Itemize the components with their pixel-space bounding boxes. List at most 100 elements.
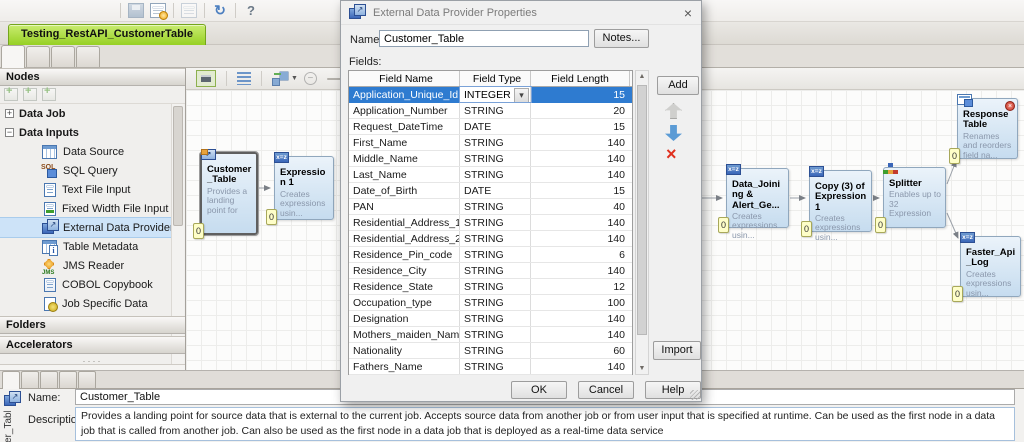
description-field[interactable]: Provides a landing point for source data…: [75, 407, 1015, 441]
field-type-cell[interactable]: STRING: [460, 167, 531, 182]
bottom-tab[interactable]: [78, 371, 96, 388]
add-node-icon[interactable]: [4, 88, 18, 101]
field-type-cell[interactable]: STRING: [460, 247, 531, 262]
field-length-cell[interactable]: 100: [531, 295, 630, 310]
flow-node-faster-api-log[interactable]: Faster_Api_Log Creates expressions usin.…: [960, 236, 1021, 297]
field-row[interactable]: Mothers_maiden_Name STRING 140: [349, 327, 632, 343]
field-length-cell[interactable]: 40: [531, 199, 630, 214]
name-field[interactable]: [379, 30, 589, 47]
folders-panel-header[interactable]: Folders: [0, 316, 185, 334]
column-header[interactable]: Field Length: [531, 71, 630, 86]
field-name-cell[interactable]: Residential_Address_2: [349, 231, 460, 246]
field-name-cell[interactable]: Application_Number: [349, 103, 460, 118]
field-row[interactable]: PAN STRING 40: [349, 199, 632, 215]
field-name-cell[interactable]: Mothers_maiden_Name: [349, 327, 460, 342]
ok-button[interactable]: OK: [511, 381, 567, 399]
field-length-cell[interactable]: 12: [531, 279, 630, 294]
menu-item[interactable]: [68, 8, 84, 14]
field-type-cell[interactable]: STRING: [460, 263, 531, 278]
field-type-cell[interactable]: STRING: [460, 343, 531, 358]
field-type-cell[interactable]: STRING: [460, 103, 531, 118]
field-row[interactable]: Request_DateTime DATE 15: [349, 119, 632, 135]
field-name-cell[interactable]: First_Name: [349, 135, 460, 150]
field-type-cell[interactable]: INTEGER: [460, 87, 531, 102]
field-type-cell[interactable]: STRING: [460, 327, 531, 342]
close-icon[interactable]: ×: [684, 5, 692, 21]
tree-expander-icon[interactable]: −: [5, 128, 14, 137]
sidebar-tree-item[interactable]: Text File Input: [0, 180, 171, 199]
menu-item[interactable]: [20, 8, 36, 14]
field-row[interactable]: Residential_Address_2 STRING 140: [349, 231, 632, 247]
bottom-tab[interactable]: [40, 371, 58, 388]
field-length-cell[interactable]: 140: [531, 167, 630, 182]
field-length-cell[interactable]: 140: [531, 231, 630, 246]
field-row[interactable]: First_Name STRING 140: [349, 135, 632, 151]
field-name-cell[interactable]: Application_Unique_Id: [349, 87, 460, 102]
field-length-cell[interactable]: 140: [531, 327, 630, 342]
flow-node-copy-3-of-expression-1[interactable]: Copy (3) of Expression 1 Creates express…: [809, 170, 872, 232]
field-row[interactable]: Date_of_Birth DATE 15: [349, 183, 632, 199]
field-type-cell[interactable]: STRING: [460, 311, 531, 326]
field-row[interactable]: Fathers_Name STRING 140: [349, 359, 632, 375]
field-name-cell[interactable]: PAN: [349, 199, 460, 214]
field-row[interactable]: Residence_Pin_code STRING 6: [349, 247, 632, 263]
field-name-cell[interactable]: Occupation_type: [349, 295, 460, 310]
overview-toggle-icon[interactable]: [196, 70, 216, 87]
menu-item[interactable]: [52, 8, 68, 14]
field-length-cell[interactable]: 60: [531, 343, 630, 358]
field-length-cell[interactable]: 20: [531, 103, 630, 118]
sidebar-tree-item[interactable]: Data Source: [0, 142, 171, 161]
view-tab[interactable]: [76, 46, 100, 67]
field-name-cell[interactable]: Middle_Name: [349, 151, 460, 166]
sidebar-tree-item[interactable]: SQL Query: [0, 161, 171, 180]
sidebar-tree-item[interactable]: Table Metadata: [0, 237, 171, 256]
add-child-node-icon[interactable]: [23, 88, 37, 101]
menu-item[interactable]: [4, 8, 20, 14]
field-row[interactable]: Nationality STRING 60: [349, 343, 632, 359]
vertical-tab-label[interactable]: er_Table: [3, 411, 14, 442]
refresh-icon[interactable]: ↻: [212, 3, 228, 18]
save-schedule-icon[interactable]: [150, 3, 166, 18]
field-length-cell[interactable]: 15: [531, 119, 630, 134]
scroll-up-icon[interactable]: ▲: [636, 73, 648, 80]
field-length-cell[interactable]: 140: [531, 151, 630, 166]
field-name-cell[interactable]: Nationality: [349, 343, 460, 358]
field-name-cell[interactable]: Designation: [349, 311, 460, 326]
field-length-cell[interactable]: 140: [531, 263, 630, 278]
menu-item[interactable]: [100, 8, 116, 14]
sidebar-tree-item[interactable]: COBOL Copybook: [0, 275, 171, 294]
field-type-cell[interactable]: DATE: [460, 183, 531, 198]
save-icon[interactable]: [128, 3, 144, 18]
field-length-cell[interactable]: 140: [531, 135, 630, 150]
field-type-cell[interactable]: STRING: [460, 151, 531, 166]
field-type-cell[interactable]: STRING: [460, 295, 531, 310]
field-name-cell[interactable]: Date_of_Birth: [349, 183, 460, 198]
sidebar-tree-item[interactable]: − Data Inputs: [0, 123, 171, 142]
field-length-cell[interactable]: 15: [531, 183, 630, 198]
flow-node-customer-table[interactable]: Customer_Table Provides a landing point …: [200, 152, 258, 235]
dialog-titlebar[interactable]: External Data Provider Properties ×: [341, 1, 701, 25]
add-button[interactable]: Add: [657, 76, 699, 95]
field-row[interactable]: Designation STRING 140: [349, 311, 632, 327]
flow-node-data-joining[interactable]: Data_Joining & Alert_Ge... Creates expre…: [726, 168, 789, 228]
scroll-down-icon[interactable]: ▼: [636, 365, 648, 372]
resize-grip[interactable]: [690, 390, 700, 400]
fields-table-scrollbar[interactable]: ▲ ▼: [635, 70, 649, 375]
field-row[interactable]: Middle_Name STRING 140: [349, 151, 632, 167]
flow-node-response-table[interactable]: × Response Table Renames and reorders fi…: [957, 98, 1018, 159]
field-row[interactable]: Residence_City STRING 140: [349, 263, 632, 279]
field-name-cell[interactable]: Residential_Address_1: [349, 215, 460, 230]
move-down-icon[interactable]: [665, 125, 682, 141]
sidebar-tree-item[interactable]: Job Specific Data: [0, 294, 171, 313]
field-row[interactable]: Residential_Address_1 STRING 140: [349, 215, 632, 231]
auto-layout-icon[interactable]: [272, 72, 287, 85]
field-length-cell[interactable]: 140: [531, 311, 630, 326]
sidebar-tree-item[interactable]: + Data Job: [0, 104, 171, 123]
scrollbar-thumb[interactable]: [637, 85, 647, 335]
field-name-cell[interactable]: Residence_Pin_code: [349, 247, 460, 262]
column-header[interactable]: Field Name: [349, 71, 460, 86]
field-row[interactable]: Last_Name STRING 140: [349, 167, 632, 183]
import-button[interactable]: Import: [653, 341, 701, 360]
field-type-cell[interactable]: STRING: [460, 199, 531, 214]
tree-scrollbar-thumb[interactable]: [173, 106, 183, 226]
